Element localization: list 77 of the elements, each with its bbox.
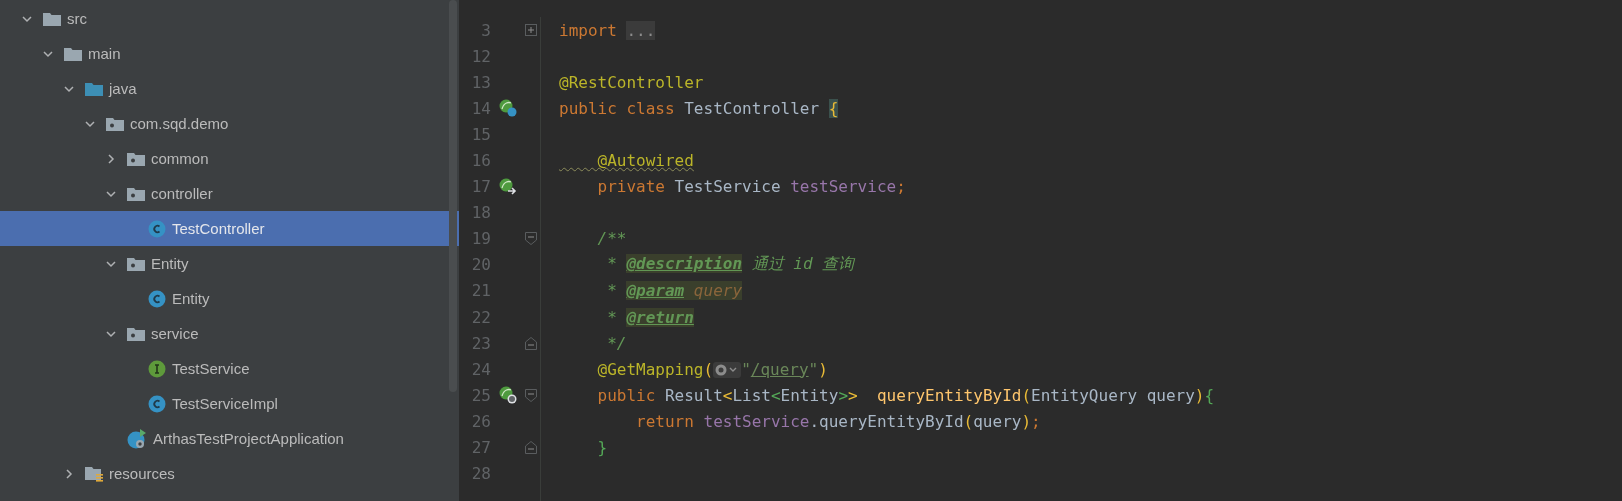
package-folder-icon — [127, 256, 145, 271]
line-number: 12 — [470, 46, 491, 66]
chevron-icon[interactable] — [106, 153, 116, 164]
tree-item[interactable]: service — [0, 316, 459, 351]
line-number: 19 — [470, 229, 491, 249]
globe-dropdown-icon[interactable] — [713, 362, 742, 379]
line-number: 24 — [470, 359, 491, 379]
code-line: @Autowired — [596, 151, 694, 170]
line-number: 26 — [470, 411, 491, 431]
tree-item[interactable]: Entity — [0, 246, 459, 281]
tree-item[interactable]: controller — [0, 176, 459, 211]
application-class-icon — [127, 428, 147, 449]
code-line: @RestController — [559, 72, 704, 92]
class-icon — [148, 289, 166, 308]
tree-item[interactable]: java — [0, 71, 459, 106]
line-number: 21 — [470, 281, 491, 301]
line-number: 17 — [470, 177, 491, 197]
fold-start-icon[interactable] — [524, 232, 537, 246]
code-line: return testService.queryEntityById(query); — [635, 411, 1041, 431]
code-line: private TestService testService; — [596, 177, 906, 197]
tree-item[interactable]: src — [0, 1, 459, 36]
chevron-icon[interactable] — [106, 258, 116, 269]
package-folder-icon — [127, 151, 145, 166]
folder-icon — [85, 81, 103, 96]
code-line: public Result<List<Entity>> queryEntityById(EntityQuery query){ — [596, 385, 1215, 405]
tree-item[interactable]: TestService — [0, 351, 459, 386]
folder-icon — [43, 11, 61, 26]
tree-item[interactable]: resources — [0, 456, 459, 491]
chevron-icon[interactable] — [64, 83, 74, 94]
tree-item[interactable]: TestServiceImpl — [0, 386, 459, 421]
folder-icon — [64, 46, 82, 61]
chevron-icon[interactable] — [106, 188, 116, 199]
chevron-icon[interactable] — [106, 328, 116, 339]
code-line: * @param query — [606, 281, 743, 301]
line-number: 20 — [470, 255, 491, 275]
line-number: 22 — [470, 307, 491, 327]
code-line: * @description 通过 id 查询 — [606, 254, 855, 276]
line-number: 28 — [470, 464, 491, 484]
line-number: 18 — [470, 203, 491, 223]
line-number: 15 — [470, 124, 491, 144]
code-line: } — [596, 438, 608, 458]
tree-item[interactable]: common — [0, 141, 459, 176]
bean-globe-icon[interactable] — [499, 386, 517, 405]
package-folder-icon — [127, 326, 145, 341]
line-number: 3 — [480, 20, 491, 40]
fold-start-icon[interactable] — [524, 388, 537, 402]
code-line: */ — [606, 333, 627, 353]
code-line: /** — [596, 229, 627, 249]
expand-fold-icon[interactable] — [524, 24, 537, 37]
code-line: public class TestController { — [559, 98, 839, 118]
line-number: 16 — [470, 151, 491, 170]
code-line: * @return — [606, 307, 694, 327]
resources-folder-icon — [85, 465, 103, 482]
package-folder-icon — [106, 116, 124, 131]
tree-item[interactable]: ArthasTestProjectApplication — [0, 421, 459, 456]
package-folder-icon — [127, 186, 145, 201]
chevron-icon[interactable] — [85, 118, 95, 129]
class-icon — [148, 219, 166, 238]
bean-class-icon[interactable] — [499, 99, 517, 118]
class-icon — [148, 394, 166, 413]
scrollbar-thumb[interactable] — [449, 0, 457, 392]
line-number: 27 — [470, 438, 491, 458]
line-number: 13 — [470, 72, 491, 92]
code-line: import ... — [559, 20, 656, 40]
code-line: @GetMapping( "/query") — [596, 359, 828, 379]
tree-item[interactable]: com.sqd.demo — [0, 106, 459, 141]
tree-item[interactable]: main — [0, 36, 459, 71]
line-number: 25 — [470, 385, 491, 405]
interface-icon — [148, 359, 166, 378]
tree-item[interactable]: TestController — [0, 211, 459, 246]
chevron-icon[interactable] — [43, 48, 53, 59]
chevron-icon[interactable] — [64, 468, 74, 479]
line-number: 23 — [470, 333, 491, 353]
bean-arrow-icon[interactable] — [499, 177, 517, 196]
line-number: 14 — [470, 98, 491, 118]
chevron-icon[interactable] — [22, 13, 32, 24]
tree-item[interactable]: Entity — [0, 281, 459, 316]
